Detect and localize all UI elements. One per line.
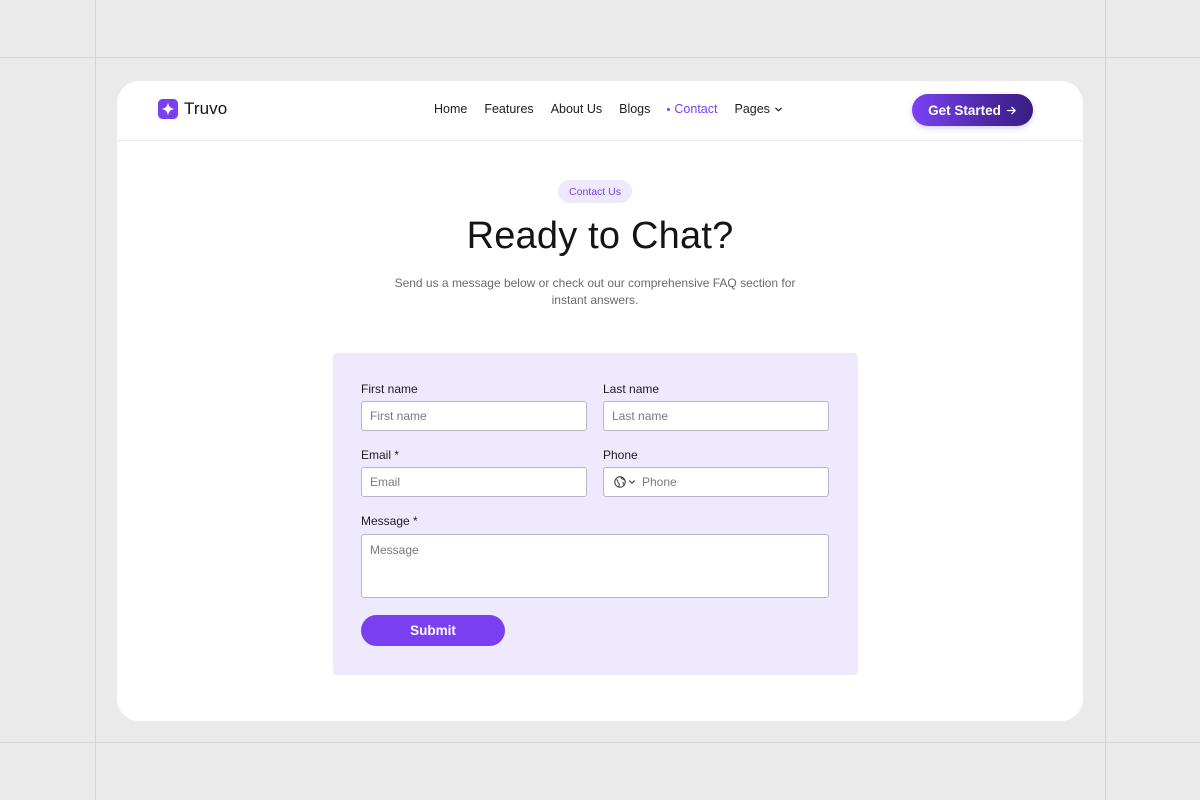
phone-label: Phone xyxy=(603,448,638,462)
layout-guide-top xyxy=(0,57,1200,58)
section-badge: Contact Us xyxy=(558,180,632,203)
layout-guide-bottom xyxy=(0,742,1200,743)
get-started-label: Get Started xyxy=(928,102,1001,118)
first-name-input[interactable] xyxy=(361,401,587,431)
brand-logo[interactable]: Truvo xyxy=(158,99,227,119)
message-textarea[interactable] xyxy=(361,534,829,598)
contact-form: First name Last name Email * Phone Messa… xyxy=(333,353,858,675)
first-name-label: First name xyxy=(361,382,418,396)
top-navbar: Truvo Home Features About Us Blogs Conta… xyxy=(117,81,1083,141)
main-nav: Home Features About Us Blogs Contact Pag… xyxy=(434,102,783,116)
page-card: Truvo Home Features About Us Blogs Conta… xyxy=(117,81,1083,721)
nav-link-contact-label: Contact xyxy=(674,102,718,116)
layout-guide-left xyxy=(95,0,96,800)
nav-link-pages-label: Pages xyxy=(734,102,770,116)
chevron-down-icon xyxy=(775,107,782,111)
four-point-star-icon xyxy=(158,99,178,119)
get-started-button[interactable]: Get Started xyxy=(912,94,1033,126)
email-input[interactable] xyxy=(361,467,587,497)
message-label: Message * xyxy=(361,514,418,528)
email-label: Email * xyxy=(361,448,400,462)
active-indicator-dot xyxy=(667,107,671,111)
page-title: Ready to Chat? xyxy=(466,215,734,257)
globe-icon xyxy=(614,476,626,488)
submit-button[interactable]: Submit xyxy=(361,615,505,646)
phone-field xyxy=(603,467,829,497)
brand-name: Truvo xyxy=(184,99,228,118)
phone-input[interactable] xyxy=(640,468,828,496)
page-subtitle: Send us a message below or check out our… xyxy=(394,276,796,307)
nav-link-features[interactable]: Features xyxy=(484,102,533,116)
country-code-selector[interactable] xyxy=(604,476,640,488)
layout-guide-right xyxy=(1105,0,1106,800)
arrow-right-icon xyxy=(1006,106,1016,114)
last-name-input[interactable] xyxy=(603,401,829,431)
nav-link-contact[interactable]: Contact xyxy=(667,102,717,116)
nav-link-home[interactable]: Home xyxy=(434,102,467,116)
last-name-label: Last name xyxy=(603,382,660,396)
chevron-down-icon xyxy=(629,480,635,484)
nav-dropdown-pages[interactable]: Pages xyxy=(734,102,782,116)
nav-link-blogs[interactable]: Blogs xyxy=(619,102,650,116)
nav-link-about-us[interactable]: About Us xyxy=(551,102,602,116)
